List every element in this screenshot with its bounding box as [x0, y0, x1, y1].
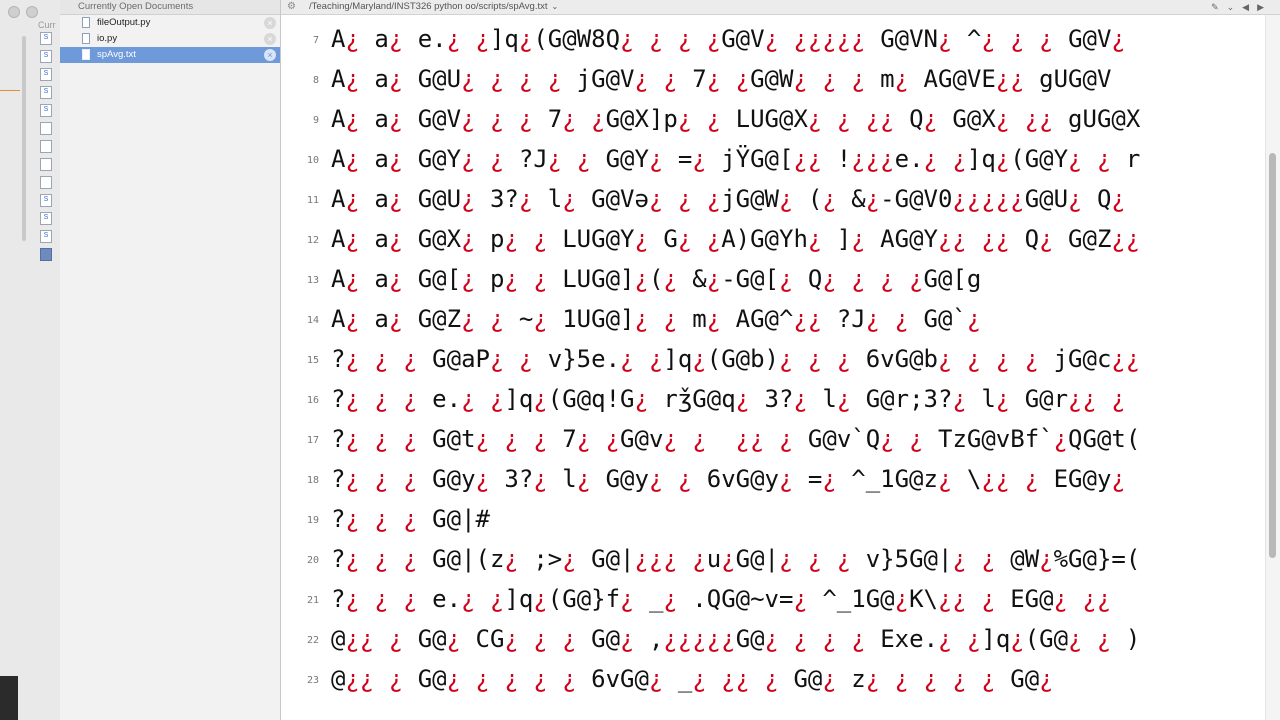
mini-file-icon[interactable]: S — [40, 104, 52, 117]
line-number: 16 — [306, 395, 319, 406]
code-line: ?¿ ¿ ¿ e.¿ ¿]q¿(G@q!G¿ rǯG@q¿ 3?¿ l¿ G@r… — [331, 385, 1126, 413]
line-number: 7 — [312, 35, 319, 46]
close-icon[interactable]: × — [264, 49, 276, 61]
line-number: 22 — [306, 635, 319, 646]
code-line: A¿ a¿ G@X¿ p¿ ¿ LUG@Y¿ G¿ ¿A)G@Yh¿ ]¿ AG… — [331, 225, 1141, 253]
dark-window-edge — [0, 676, 18, 720]
close-icon[interactable]: × — [264, 17, 276, 29]
mini-file-icon[interactable] — [40, 140, 52, 153]
file-icon — [82, 49, 90, 60]
code-line: A¿ a¿ G@Y¿ ¿ ?J¿ ¿ G@Y¿ =¿ jŸG@[¿¿ !¿¿¿e… — [331, 145, 1141, 173]
line-number: 11 — [306, 195, 319, 206]
mini-file-icon[interactable] — [40, 158, 52, 171]
mini-file-icon[interactable] — [40, 176, 52, 189]
line-number: 17 — [306, 435, 319, 446]
file-path[interactable]: /Teaching/Maryland/INST326 python oo/scr… — [309, 0, 558, 14]
document-name: io.py — [97, 33, 118, 44]
window-minimize-dot[interactable] — [26, 6, 38, 18]
mini-file-icon[interactable]: S — [40, 32, 52, 45]
text-editor: ⚙ /Teaching/Maryland/INST326 python oo/s… — [281, 0, 1280, 720]
code-line: ?¿ ¿ ¿ G@|(z¿ ;>¿ G@|¿¿¿ ¿u¿G@|¿ ¿ ¿ v}5… — [331, 545, 1141, 573]
file-icon — [82, 17, 90, 28]
file-icon — [82, 33, 90, 44]
line-number: 9 — [312, 115, 319, 126]
mini-file-icon[interactable]: S — [40, 230, 52, 243]
line-number: 19 — [306, 515, 319, 526]
code-line: @¿¿ ¿ G@¿ ¿ ¿ ¿ ¿ 6vG@¿ _¿ ¿¿ ¿ G@¿ z¿ ¿… — [331, 665, 1054, 693]
code-line: A¿ a¿ G@V¿ ¿ ¿ 7¿ ¿G@X]p¿ ¿ LUG@X¿ ¿ ¿¿ … — [331, 105, 1141, 133]
window-close-dot[interactable] — [8, 6, 20, 18]
mini-scrollbar[interactable] — [22, 36, 26, 241]
code-line: ?¿ ¿ ¿ G@aP¿ ¿ v}5e.¿ ¿]q¿(G@b)¿ ¿ ¿ 6vG… — [331, 345, 1141, 373]
chevron-down-icon: ⌄ — [551, 2, 559, 11]
close-icon[interactable]: × — [264, 33, 276, 45]
code-line: ?¿ ¿ ¿ G@t¿ ¿ ¿ 7¿ ¿G@v¿ ¿ ¿¿ ¿ G@v`Q¿ ¿… — [331, 425, 1141, 453]
document-item[interactable]: fileOutput.py × — [60, 15, 280, 31]
partial-sidebar-label: Curr — [38, 20, 56, 30]
mini-file-icon[interactable]: S — [40, 68, 52, 81]
line-number-gutter: 7 8 9 10 11 12 13 14 15 16 17 18 19 20 21 22 23 — [281, 15, 327, 720]
background-window-strip: Curr S S S S S S S S — [0, 0, 61, 720]
code-line: A¿ a¿ e.¿ ¿]q¿(G@W8Q¿ ¿ ¿ ¿G@V¿ ¿¿¿¿¿ G@… — [331, 25, 1126, 53]
mini-file-icon[interactable]: S — [40, 86, 52, 99]
line-number: 13 — [306, 275, 319, 286]
file-path-bar: ⚙ /Teaching/Maryland/INST326 python oo/s… — [281, 0, 1280, 15]
line-number: 14 — [306, 315, 319, 326]
document-item[interactable]: io.py × — [60, 31, 280, 47]
code-line: @¿¿ ¿ G@¿ CG¿ ¿ ¿ G@¿ ,¿¿¿¿¿G@¿ ¿ ¿ ¿ Ex… — [331, 625, 1141, 653]
navigation-icons[interactable]: ✎⌄◀▶ — [1211, 0, 1272, 14]
code-line: ?¿ ¿ ¿ G@y¿ 3?¿ l¿ G@y¿ ¿ 6vG@y¿ =¿ ^_1G… — [331, 465, 1126, 493]
document-name: fileOutput.py — [97, 17, 151, 28]
mini-file-icon[interactable]: S — [40, 50, 52, 63]
mini-file-list: S S S S S S S S — [40, 32, 58, 266]
sidebar-header: Currently Open Documents — [60, 0, 280, 15]
mini-file-icon[interactable]: S — [40, 194, 52, 207]
line-number: 23 — [306, 675, 319, 686]
line-number: 12 — [306, 235, 319, 246]
window-controls — [8, 6, 38, 18]
code-line: ?¿ ¿ ¿ e.¿ ¿]q¿(G@}f¿ _¿ .QG@~v=¿ ^_1G@¿… — [331, 585, 1112, 613]
file-path-label: /Teaching/Maryland/INST326 python oo/scr… — [309, 1, 548, 12]
gear-icon[interactable]: ⚙ — [287, 0, 296, 14]
line-number: 10 — [306, 155, 319, 166]
line-number: 15 — [306, 355, 319, 366]
code-line: A¿ a¿ G@[¿ p¿ ¿ LUG@]¿(¿ &¿-G@[¿ Q¿ ¿ ¿ … — [331, 265, 982, 293]
code-line: A¿ a¿ G@Z¿ ¿ ~¿ 1UG@]¿ ¿ m¿ AG@^¿¿ ?J¿ ¿… — [331, 305, 982, 333]
orange-divider — [0, 90, 20, 91]
line-number: 20 — [306, 555, 319, 566]
line-number: 18 — [306, 475, 319, 486]
code-line: A¿ a¿ G@U¿ 3?¿ l¿ G@Və¿ ¿ ¿jG@W¿ (¿ &¿-G… — [331, 185, 1126, 213]
scrollbar-thumb[interactable] — [1269, 153, 1276, 558]
mini-file-icon[interactable] — [40, 248, 52, 261]
vertical-scrollbar[interactable] — [1265, 15, 1280, 720]
mini-file-icon[interactable]: S — [40, 212, 52, 225]
documents-sidebar: Currently Open Documents fileOutput.py ×… — [60, 0, 281, 720]
code-line: ?¿ ¿ ¿ G@|# — [331, 505, 490, 533]
code-line: A¿ a¿ G@U¿ ¿ ¿ ¿ jG@V¿ ¿ 7¿ ¿G@W¿ ¿ ¿ m¿… — [331, 65, 1112, 93]
line-number: 21 — [306, 595, 319, 606]
code-area[interactable]: A¿ a¿ e.¿ ¿]q¿(G@W8Q¿ ¿ ¿ ¿G@V¿ ¿¿¿¿¿ G@… — [331, 15, 1266, 720]
mini-file-icon[interactable] — [40, 122, 52, 135]
line-number: 8 — [312, 75, 319, 86]
document-name: spAvg.txt — [97, 49, 136, 60]
document-item-selected[interactable]: spAvg.txt × — [60, 47, 280, 63]
